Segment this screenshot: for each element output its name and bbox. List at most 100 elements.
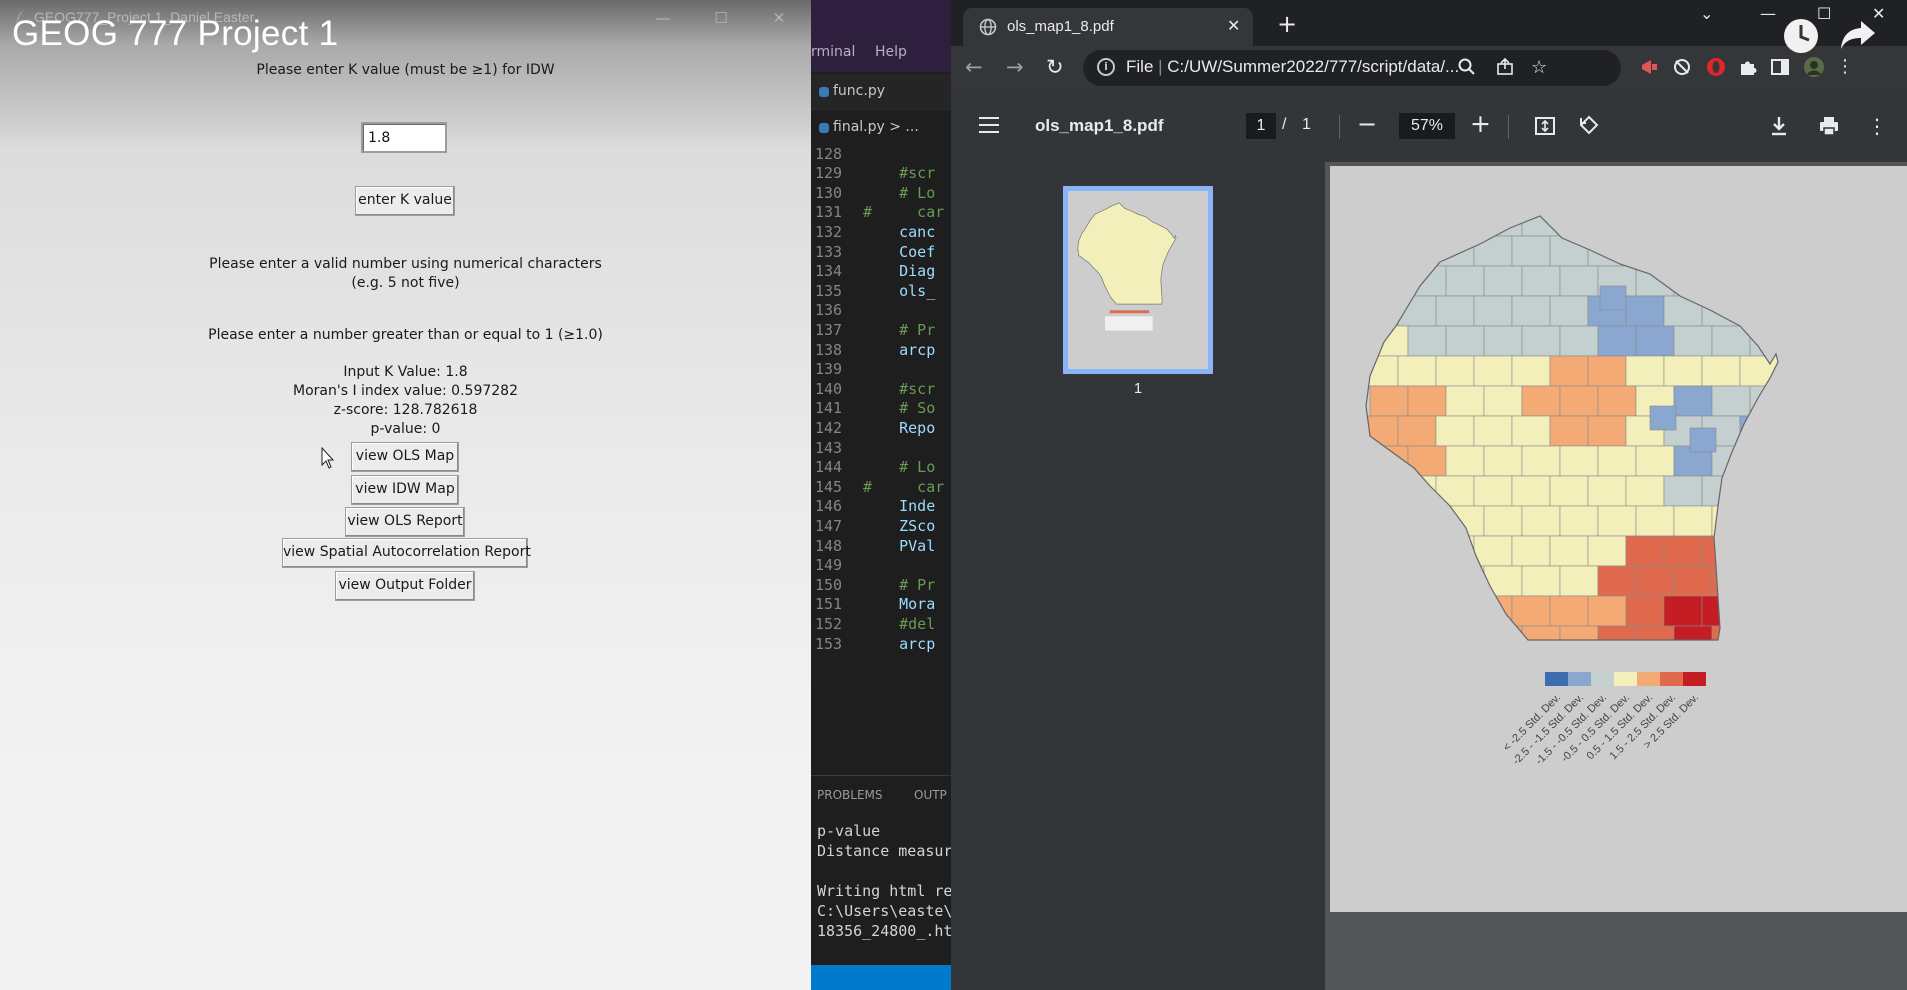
toolbar-divider [1339,115,1340,139]
county-polygon [1689,427,1717,453]
reload-icon[interactable]: ↻ [1046,55,1064,79]
print-icon[interactable] [1817,114,1841,138]
extension-sync-icon[interactable] [1671,56,1693,78]
county-polygon [1366,595,1399,627]
county-polygon [1549,355,1589,387]
minimize-button[interactable]: — [1760,4,1776,23]
error-line-1: Please enter a valid number using numeri… [209,256,602,272]
bookmark-star-icon[interactable]: ☆ [1531,57,1547,78]
share-icon[interactable] [1495,57,1515,77]
k-value-prompt: Please enter K value (must be ≥1) for ID… [256,62,555,78]
side-panel-icon[interactable] [1769,56,1791,78]
close-tab-icon[interactable]: ✕ [1227,16,1240,35]
view-spatial-autocorrelation-report-button[interactable]: view Spatial Autocorrelation Report [282,538,531,568]
panel-tab-output[interactable]: OUTP [914,788,947,802]
pdf-thumbnail-sidebar: 1 [951,162,1325,990]
county-polygon [1749,265,1778,297]
download-icon[interactable] [1767,114,1791,138]
python-file-icon [819,123,829,133]
county-polygon [1435,415,1475,447]
back-icon[interactable]: ← [965,55,983,79]
county-polygon [1739,235,1778,267]
county-polygon [1788,386,1826,416]
county-polygon [1701,475,1741,507]
k-value-input[interactable] [361,122,447,153]
enter-k-button[interactable]: enter K value [355,186,455,216]
close-button[interactable]: ✕ [764,8,794,28]
county-polygon [1483,625,1523,640]
county-polygon [1597,445,1637,477]
minimize-button[interactable]: — [648,8,678,28]
breadcrumb-label: final.py > ... [833,119,919,135]
zoom-in-icon[interactable]: + [1470,109,1491,138]
editor-tab-func[interactable]: func.py [811,74,951,109]
opera-extension-icon[interactable] [1705,56,1727,78]
menu-help[interactable]: Help [875,44,907,60]
county-polygon [1407,265,1447,297]
page-number-input[interactable]: 1 [1246,113,1276,139]
page-separator: / [1282,116,1287,133]
county-polygon [1407,505,1447,537]
extension-megaphone-icon[interactable] [1639,56,1661,78]
error-message: Please enter a valid number using numeri… [0,255,811,293]
breadcrumb[interactable]: final.py > ... [811,109,951,144]
zoom-level-input[interactable]: 57% [1399,113,1455,139]
county-polygon [1473,355,1513,387]
thumbnail-map-image [1069,191,1207,369]
more-options-icon[interactable]: ⋮ [1867,114,1891,138]
county-polygon [1597,625,1637,640]
page-thumbnail[interactable] [1063,186,1213,374]
tab-search-icon[interactable]: ⌄ [1700,4,1713,23]
county-polygon [1407,385,1447,417]
view-idw-map-button[interactable]: view IDW Map [351,475,459,505]
county-polygon [1663,535,1703,567]
extensions-puzzle-icon[interactable] [1737,56,1759,78]
county-polygon [1635,625,1675,640]
county-polygon [1369,325,1409,357]
fit-to-page-icon[interactable] [1533,114,1557,138]
county-polygon [1445,505,1485,537]
county-polygon [1407,216,1447,237]
status-bar [811,965,951,990]
info-icon[interactable]: i [1097,58,1115,76]
pdf-page: < -2.5 Std. Dev. -2.5 - -1.5 Std. Dev. -1.… [1330,166,1907,912]
county-polygon [1788,326,1826,356]
forward-icon[interactable]: → [1006,55,1024,79]
county-polygon [1473,535,1513,567]
county-polygon [1663,355,1703,387]
county-polygon [1597,385,1637,417]
menu-terminal[interactable]: rminal [811,44,855,60]
maximize-button[interactable]: ☐ [706,8,736,28]
legend-swatch [1568,672,1591,686]
pdf-sidebar-menu-icon[interactable] [979,117,999,133]
pdf-viewport[interactable]: < -2.5 Std. Dev. -2.5 - -1.5 Std. Dev. -1.… [1325,162,1907,990]
new-tab-button[interactable]: + [1277,10,1297,38]
zoom-out-icon[interactable]: − [1357,110,1377,138]
county-polygon [1369,216,1409,237]
chrome-menu-icon[interactable]: ⋮ [1836,56,1858,78]
range-error-message: Please enter a number greater than or eq… [208,327,603,343]
code-editor[interactable]: 127128129 #scr130 # Lo131# car132 canc13… [811,140,951,775]
legend-swatch [1683,672,1706,686]
county-polygon [1369,265,1409,297]
browser-tab[interactable]: ols_map1_8.pdf ✕ [963,8,1253,46]
line-number: 153 [815,634,843,653]
county-polygon [1559,325,1599,357]
address-bar[interactable]: i File | C:/UW/Summer2022/777/script/dat… [1083,50,1621,86]
view-ols-map-button[interactable]: view OLS Map [351,442,459,472]
county-polygon [1788,506,1826,536]
panel-tab-problems[interactable]: PROBLEMS [817,788,883,802]
county-polygon [1473,415,1513,447]
zoom-icon[interactable] [1457,57,1477,77]
county-polygon [1777,595,1778,627]
county-polygon [1739,595,1778,627]
rotate-icon[interactable] [1577,114,1601,138]
county-polygon [1673,216,1713,237]
view-ols-report-button[interactable]: view OLS Report [345,507,465,537]
county-polygon [1701,235,1741,267]
county-polygon [1701,595,1741,627]
county-polygon [1635,265,1675,297]
profile-avatar[interactable] [1803,56,1825,78]
county-polygon [1473,475,1513,507]
view-output-folder-button[interactable]: view Output Folder [335,571,475,601]
